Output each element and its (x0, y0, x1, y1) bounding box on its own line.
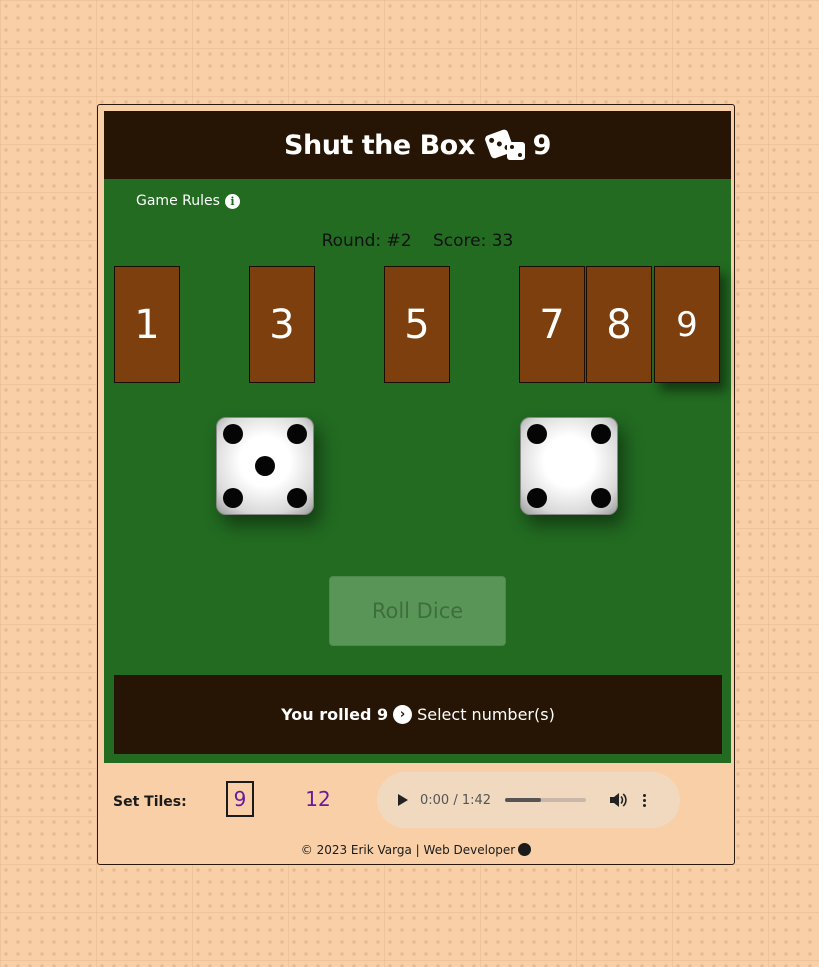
die-pip (223, 424, 244, 445)
roll-dice-button[interactable]: Roll Dice (329, 576, 506, 646)
score-indicator: Score: 33 (433, 231, 514, 251)
audio-player: 0:00 / 1:42 (377, 772, 680, 828)
more-options-icon[interactable] (643, 793, 647, 807)
game-title: Shut the Box (284, 129, 475, 161)
die-pip (590, 424, 611, 445)
tile-count: 9 (532, 129, 552, 161)
die-pip (590, 487, 611, 508)
volume-icon[interactable] (609, 792, 627, 808)
github-icon[interactable] (518, 843, 532, 856)
roll-result: You rolled 9 (281, 705, 389, 724)
die-1 (216, 417, 314, 515)
game-header: Shut the Box 9 (104, 111, 731, 179)
audio-progress-slider[interactable] (505, 798, 587, 802)
tile-1[interactable]: 1 (114, 266, 180, 383)
play-icon[interactable] (398, 794, 408, 806)
message-bar: You rolled 9 › Select number(s) (114, 675, 722, 754)
dice-icon (484, 129, 527, 161)
die-pip (255, 456, 275, 476)
footer-link[interactable]: © 2023 Erik Varga | Web Developer (301, 843, 515, 857)
tile-9[interactable]: 9 (654, 266, 720, 383)
set-tiles-label: Set Tiles: (113, 794, 187, 810)
footer: © 2023 Erik Varga | Web Developer (98, 843, 734, 857)
info-icon: i (224, 193, 240, 209)
die-pip (527, 424, 548, 445)
settings-bar: Set Tiles: 9 12 0:00 / 1:42 (98, 767, 734, 829)
die-2 (520, 417, 618, 515)
tiles-option-12[interactable]: 12 (303, 781, 333, 817)
tile-5[interactable]: 5 (384, 266, 450, 383)
die-pip (527, 487, 548, 508)
game-rules-link[interactable]: Game Rules i (136, 193, 240, 209)
instruction-text: Select number(s) (417, 705, 555, 724)
tile-7[interactable]: 7 (519, 266, 585, 383)
tile-3[interactable]: 3 (249, 266, 315, 383)
status-bar: Round: #2 Score: 33 (104, 231, 731, 251)
tile-8[interactable]: 8 (586, 266, 652, 383)
game-rules-label: Game Rules (136, 193, 220, 209)
game-container: Shut the Box 9 Game Rules i Round: #2 Sc… (97, 104, 735, 865)
audio-time: 0:00 / 1:42 (420, 792, 492, 808)
audio-progress-fill (505, 798, 542, 802)
die-pip (223, 487, 244, 508)
arrow-right-icon: › (393, 705, 413, 724)
die-pip (286, 424, 307, 445)
tiles-option-9[interactable]: 9 (226, 781, 254, 817)
die-pip (286, 487, 307, 508)
round-indicator: Round: #2 (321, 231, 412, 251)
game-board: Game Rules i Round: #2 Score: 33 1 3 5 7… (104, 179, 731, 763)
